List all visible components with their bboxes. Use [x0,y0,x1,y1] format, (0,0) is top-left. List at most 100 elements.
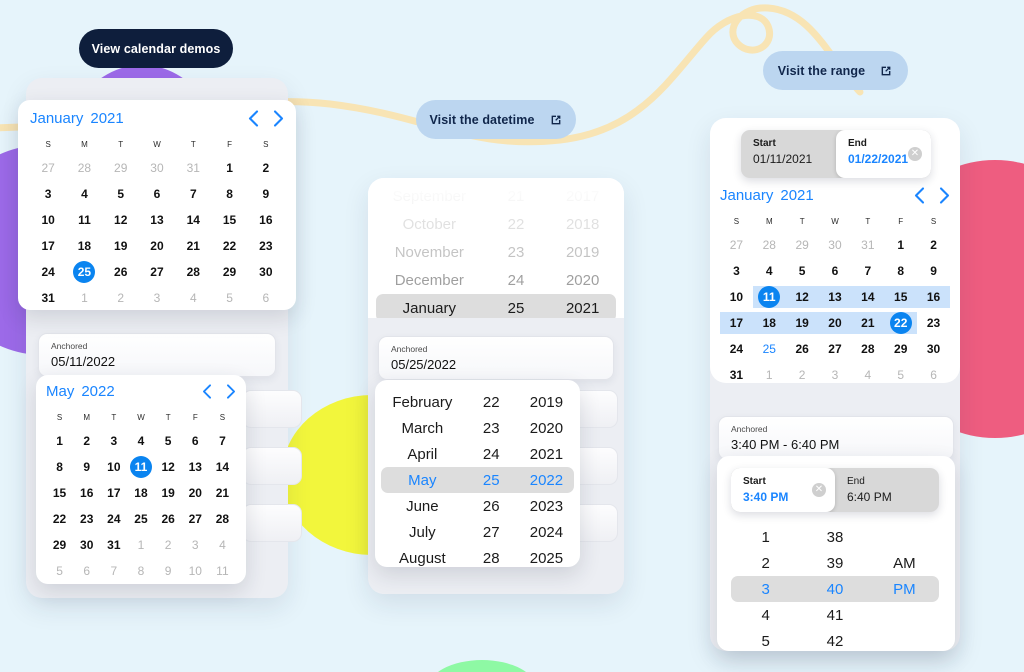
wheel-row-2[interactable]: 3 40 PM [731,576,939,602]
range-start-cell[interactable]: Start 01/11/2021 [741,130,836,178]
calendar-day-25[interactable]: 25 [73,261,96,283]
wheel-row-5[interactable]: July 27 2024 [381,519,574,545]
calendar-day-17[interactable]: 17 [37,235,59,257]
ghost-input-field-2[interactable] [242,447,302,485]
calendar-day-25[interactable]: 25 [758,338,780,360]
calendar-day-23[interactable]: 23 [255,235,277,257]
calendar-day-2[interactable]: 2 [157,534,179,556]
wheel-row-3[interactable]: 4 41 [731,602,939,628]
calendar-day-4[interactable]: 4 [130,430,152,452]
calendar-day-26[interactable]: 26 [157,508,179,530]
calendar-day-10[interactable]: 10 [725,286,747,308]
ghost-input-field-3[interactable] [242,504,302,542]
calendar-day-22[interactable]: 22 [889,312,912,334]
calendar-day-10[interactable]: 10 [103,456,125,478]
calendar-day-9[interactable]: 9 [157,560,179,582]
chevron-left-icon[interactable] [202,384,212,399]
calendar-day-19[interactable]: 19 [157,482,179,504]
wheel-row-2[interactable]: April 24 2021 [381,441,574,467]
calendar-day-10[interactable]: 10 [184,560,206,582]
calendar-day-4[interactable]: 4 [857,364,879,386]
calendar-day-16[interactable]: 16 [923,286,945,308]
calendar-day-24[interactable]: 24 [103,508,125,530]
calendar-day-31[interactable]: 31 [725,364,747,386]
wheel-row-0[interactable]: February 22 2019 [381,389,574,415]
calendar-day-18[interactable]: 18 [73,235,95,257]
calendar-day-5[interactable]: 5 [49,560,71,582]
calendar-day-28[interactable]: 28 [211,508,233,530]
calendar-day-7[interactable]: 7 [103,560,125,582]
month-day-year-wheel[interactable]: February 22 2019 March 23 2020 April 24 2021 May 2… [375,380,580,567]
calendar-day-16[interactable]: 16 [76,482,98,504]
hour-minute-meridiem-wheel[interactable]: 1 38 2 39 AM 3 40 PM 4 41 5 42 [731,520,939,651]
calendar-day-22[interactable]: 22 [219,235,241,257]
calendar-day-13[interactable]: 13 [184,456,206,478]
calendar-day-7[interactable]: 7 [182,183,204,205]
datetime-wheel-bottom[interactable]: February 22 2019 March 23 2020 April 24 2021 May 2… [375,380,580,567]
time-start-cell[interactable]: Start 3:40 PM ✕ [731,468,835,512]
calendar-day-1[interactable]: 1 [890,234,912,256]
calendar-day-5[interactable]: 5 [890,364,912,386]
calendar-day-30[interactable]: 30 [76,534,98,556]
wheel-row-0[interactable]: September 21 2017 [376,182,616,210]
calendar-day-6[interactable]: 6 [184,430,206,452]
calendar-day-24[interactable]: 24 [725,338,747,360]
calendar-day-26[interactable]: 26 [110,261,132,283]
calendar-january-2021-range[interactable]: January 2021 SMTWTFS 27 28 29 30 31 1 2 3 4 5 6 7 8 9… [710,183,960,396]
calendar-day-3[interactable]: 3 [103,430,125,452]
calendar-day-31[interactable]: 31 [37,287,59,309]
ghost-input-field-1[interactable] [242,390,302,428]
calendar-day-28[interactable]: 28 [857,338,879,360]
wheel-row-6[interactable]: August 28 2025 [381,545,574,567]
calendar-day-11[interactable]: 11 [73,209,95,231]
wheel-row-4[interactable]: January 25 2021 [376,294,616,318]
calendar-day-2[interactable]: 2 [255,157,277,179]
calendar-day-30[interactable]: 30 [923,338,945,360]
calendar-day-30[interactable]: 30 [255,261,277,283]
calendar-day-8[interactable]: 8 [49,456,71,478]
calendar-day-13[interactable]: 13 [146,209,168,231]
calendar-day-24[interactable]: 24 [37,261,59,283]
calendar-day-3[interactable]: 3 [184,534,206,556]
chevron-right-icon[interactable] [226,384,236,399]
calendar-day-15[interactable]: 15 [49,482,71,504]
calendar-day-5[interactable]: 5 [157,430,179,452]
calendar-day-11[interactable]: 11 [129,456,152,478]
wheel-row-4[interactable]: June 26 2023 [381,493,574,519]
calendar-day-8[interactable]: 8 [130,560,152,582]
calendar-day-21[interactable]: 21 [857,312,879,334]
calendar-day-6[interactable]: 6 [255,287,277,309]
calendar-day-10[interactable]: 10 [37,209,59,231]
calendar-day-31[interactable]: 31 [103,534,125,556]
calendar-day-29[interactable]: 29 [791,234,813,256]
calendar-day-23[interactable]: 23 [923,312,945,334]
calendar-day-19[interactable]: 19 [110,235,132,257]
calendar-day-5[interactable]: 5 [110,183,132,205]
clear-circle-icon[interactable]: ✕ [908,147,922,161]
calendar-day-4[interactable]: 4 [211,534,233,556]
calendar-day-12[interactable]: 12 [110,209,132,231]
calendar-day-14[interactable]: 14 [857,286,879,308]
calendar-day-22[interactable]: 22 [49,508,71,530]
calendar-day-28[interactable]: 28 [758,234,780,256]
calendar-day-9[interactable]: 9 [255,183,277,205]
calendar-day-29[interactable]: 29 [110,157,132,179]
visit-the-datetime-button[interactable]: Visit the datetime [416,100,576,139]
anchored-time-field-right[interactable]: Anchored 3:40 PM - 6:40 PM [718,416,954,460]
calendar-day-2[interactable]: 2 [923,234,945,256]
calendar-day-1[interactable]: 1 [130,534,152,556]
time-range-picker-card[interactable]: Start 3:40 PM ✕ End 6:40 PM 1 38 2 39 AM 3 40 P… [717,456,955,651]
calendar-day-2[interactable]: 2 [110,287,132,309]
calendar-day-31[interactable]: 31 [182,157,204,179]
calendar-day-5[interactable]: 5 [219,287,241,309]
calendar-day-8[interactable]: 8 [890,260,912,282]
calendar-day-26[interactable]: 26 [791,338,813,360]
calendar-day-15[interactable]: 15 [890,286,912,308]
calendar-day-23[interactable]: 23 [76,508,98,530]
calendar-day-15[interactable]: 15 [219,209,241,231]
calendar-day-21[interactable]: 21 [182,235,204,257]
calendar-day-14[interactable]: 14 [182,209,204,231]
visit-the-range-button[interactable]: Visit the range [763,51,908,90]
chevron-right-icon[interactable] [939,187,950,204]
wheel-row-2[interactable]: November 23 2019 [376,238,616,266]
